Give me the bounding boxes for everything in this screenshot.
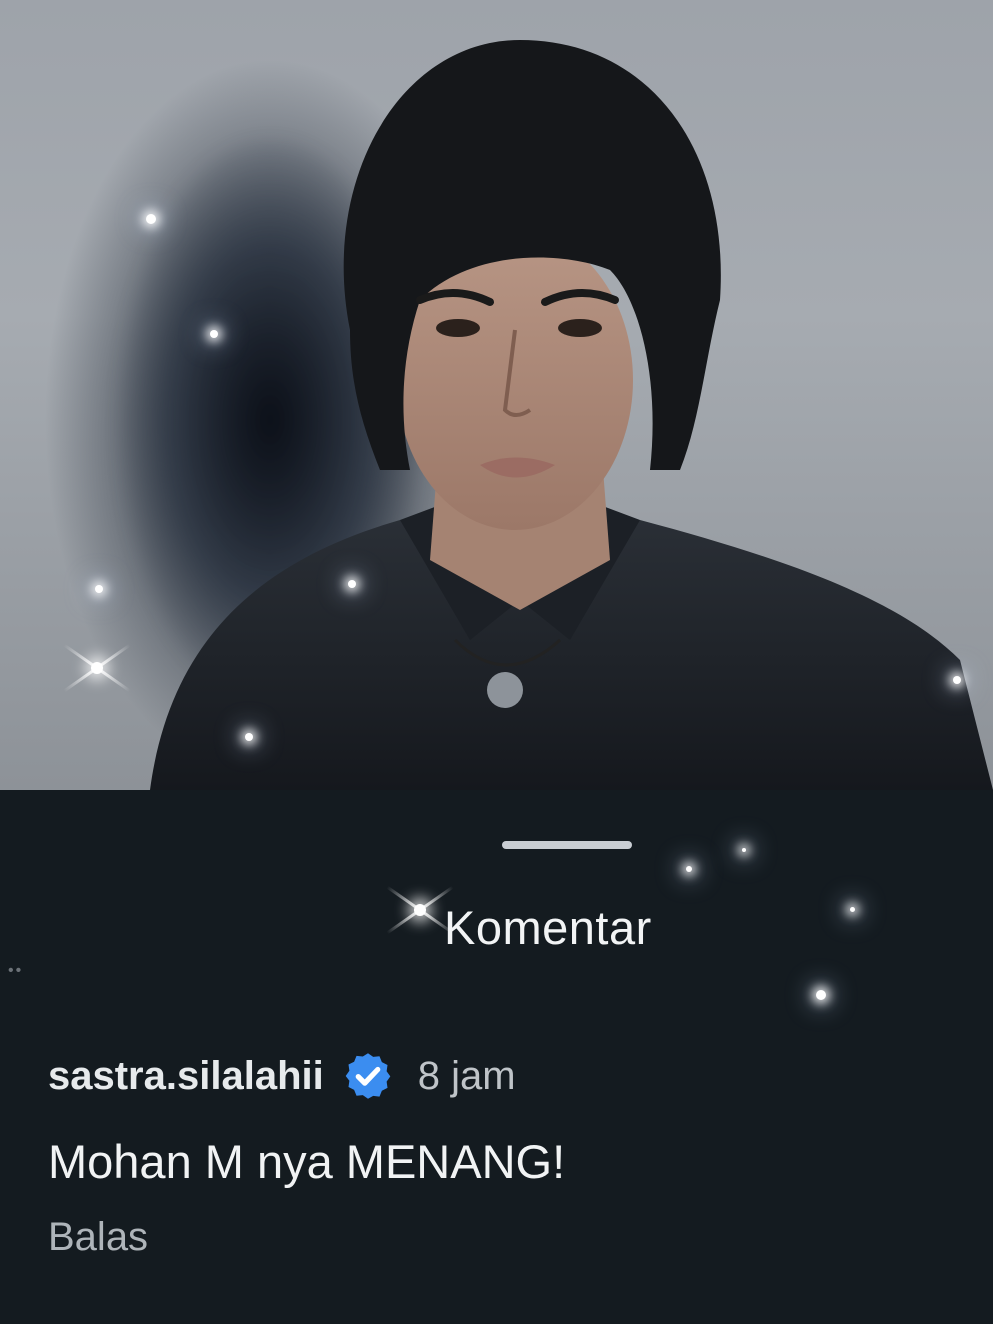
sheet-drag-handle[interactable]: [502, 841, 632, 849]
sparkle-icon: [95, 585, 103, 593]
sheet-title: Komentar: [444, 901, 652, 954]
portrait-illustration: [150, 40, 993, 790]
comment-header: sastra.silalahii 8 jam: [48, 1048, 948, 1104]
sparkle-icon: [348, 580, 356, 588]
sparkle-icon: [686, 866, 692, 872]
sparkle-icon: [742, 848, 746, 852]
decorative-dots: ••: [8, 962, 24, 979]
sparkle-icon: [245, 733, 253, 741]
post-photo[interactable]: [0, 0, 993, 790]
sparkle-icon: [953, 676, 961, 684]
sparkle-icon: [816, 990, 826, 1000]
comment-item: sastra.silalahii 8 jam Mohan M nya MENAN…: [48, 1048, 948, 1260]
sparkle-icon: [146, 214, 156, 224]
app-screen: Komentar •• sastra.silalahii 8 jam Mohan…: [0, 0, 993, 1324]
comment-username[interactable]: sastra.silalahii: [48, 1054, 324, 1099]
comments-sheet: Komentar •• sastra.silalahii 8 jam Mohan…: [0, 790, 993, 1324]
verified-badge-icon: [345, 1053, 391, 1099]
sparkle-icon: [210, 330, 218, 338]
reply-button[interactable]: Balas: [48, 1215, 148, 1260]
star-sparkle-icon: [57, 628, 137, 708]
comment-timestamp: 8 jam: [417, 1053, 516, 1098]
sparkle-icon: [850, 907, 855, 912]
comment-text: Mohan M nya MENANG!: [48, 1135, 566, 1188]
